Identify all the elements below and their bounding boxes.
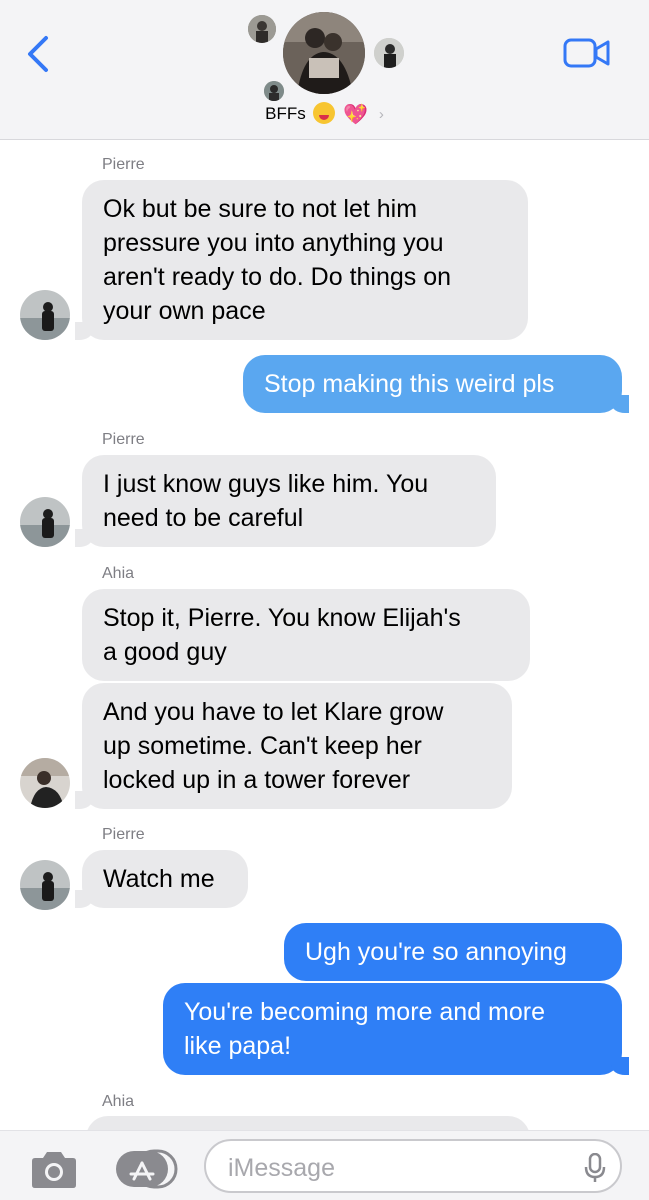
squinting-tongue-emoji-icon: [313, 102, 336, 124]
video-call-icon[interactable]: [563, 37, 611, 69]
group-name[interactable]: BFFs 💖 ›: [0, 102, 649, 127]
sender-avatar-ahia[interactable]: [20, 758, 70, 808]
message-line: locked up in a tower forever: [103, 766, 411, 794]
composer-bar: iMessage: [0, 1130, 649, 1200]
message-text: Stop making this weird pls: [264, 370, 555, 398]
message-bubble-sent[interactable]: Stop making this weird pls: [243, 355, 629, 413]
sender-name: Ahia: [102, 565, 135, 582]
message-bubble-received[interactable]: I just know guys like him. You need to b…: [75, 455, 496, 547]
message-bubble-received[interactable]: Ok but be sure to not let him pressure y…: [75, 180, 528, 340]
message-bubble-sent[interactable]: You're becoming more and more like papa!: [163, 983, 629, 1075]
sender-name: Pierre: [102, 431, 145, 448]
microphone-icon[interactable]: [584, 1153, 606, 1183]
camera-icon[interactable]: [28, 1151, 80, 1189]
sender-name: Ahia: [102, 1093, 135, 1110]
member-avatar: [264, 81, 284, 101]
message-line: And you have to let Klare grow: [103, 698, 444, 726]
message-text: Ugh you're so annoying: [305, 938, 567, 966]
message-line: up sometime. Can't keep her: [103, 732, 422, 760]
message-bubble-received[interactable]: Stop it, Pierre. You know Elijah's a goo…: [82, 589, 530, 681]
message-line: I just know guys like him. You: [103, 470, 429, 498]
message-line: Ok but be sure to not let him: [103, 195, 418, 223]
sender-avatar-pierre[interactable]: [20, 497, 70, 547]
sender-name: Pierre: [102, 156, 145, 173]
message-line: pressure you into anything you: [103, 229, 444, 257]
message-bubble-received[interactable]: Watch me: [75, 850, 248, 908]
conversation-header: BFFs 💖 ›: [0, 0, 649, 140]
message-bubble-sent[interactable]: Ugh you're so annoying: [284, 923, 622, 981]
message-line: a good guy: [103, 638, 227, 666]
message-line: your own pace: [103, 297, 266, 325]
message-line: like papa!: [184, 1032, 292, 1060]
message-text: Watch me: [103, 865, 215, 893]
sender-avatar-pierre[interactable]: [20, 860, 70, 910]
sender-name: Pierre: [102, 826, 145, 843]
message-bubble-received[interactable]: And you have to let Klare grow up someti…: [75, 683, 512, 809]
message-line: aren't ready to do. Do things on: [103, 263, 452, 291]
app-store-icon[interactable]: [114, 1149, 178, 1189]
group-avatar[interactable]: [283, 12, 365, 94]
sparkling-heart-emoji-icon: 💖: [343, 104, 369, 126]
message-line: You're becoming more and more: [184, 998, 545, 1026]
group-name-label: BFFs: [265, 104, 306, 123]
member-avatar: [248, 15, 276, 43]
message-line: need to be careful: [103, 504, 304, 532]
chevron-right-icon: ›: [378, 106, 384, 123]
sender-avatar-pierre[interactable]: [20, 290, 70, 340]
message-input-placeholder: iMessage: [228, 1154, 335, 1182]
back-chevron-icon[interactable]: [22, 34, 56, 74]
message-input[interactable]: iMessage: [204, 1139, 622, 1193]
message-line: Stop it, Pierre. You know Elijah's: [103, 604, 461, 632]
member-avatar: [374, 38, 404, 68]
